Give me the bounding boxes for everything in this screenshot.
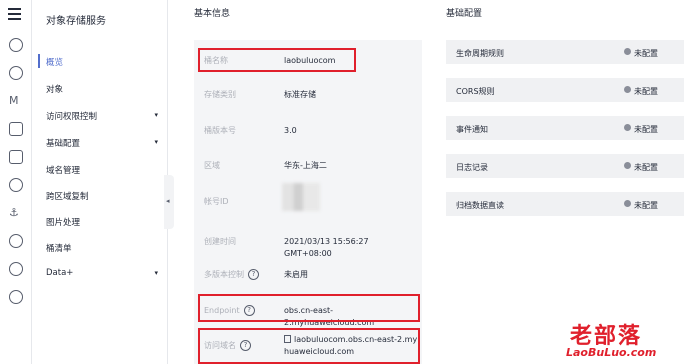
sidebar-item-objects[interactable]: 对象 xyxy=(46,83,158,95)
status-dot-icon xyxy=(624,162,631,169)
sidebar-item-image-processing[interactable]: 图片处理 xyxy=(46,216,158,228)
highlight-access-domain xyxy=(198,328,420,364)
redacted-account-id xyxy=(282,183,320,211)
config-item-event-notification[interactable]: 事件通知 未配置 xyxy=(446,116,684,140)
chevron-down-icon: ▾ xyxy=(154,269,158,277)
status-dot-icon xyxy=(624,124,631,131)
menu-icon[interactable] xyxy=(8,8,24,23)
sidebar-item-inventory[interactable]: 桶清单 xyxy=(46,242,158,254)
highlight-bucket-name xyxy=(198,48,356,72)
cloud-service-icon[interactable] xyxy=(9,178,23,192)
sidebar-item-domain[interactable]: 域名管理 xyxy=(46,164,158,176)
status-dot-icon xyxy=(624,86,631,93)
config-item-cors[interactable]: CORS规则 未配置 xyxy=(446,78,684,102)
active-indicator xyxy=(38,54,40,68)
document-icon[interactable] xyxy=(9,122,23,136)
status-dot-icon xyxy=(624,48,631,55)
sidebar-item-basic-config[interactable]: 基础配置 ▾ xyxy=(46,137,158,149)
highlight-endpoint xyxy=(198,294,420,322)
chevron-down-icon: ▾ xyxy=(154,111,158,119)
cloud-icon[interactable] xyxy=(9,38,23,52)
service-title: 对象存储服务 xyxy=(46,16,106,27)
watermark-logo: 老部落 LaoBuLuo.com xyxy=(566,324,657,359)
config-item-logging[interactable]: 日志记录 未配置 xyxy=(446,154,684,178)
basic-info-title: 基本信息 xyxy=(194,9,231,19)
chat-icon[interactable] xyxy=(9,234,23,248)
status-dot-icon xyxy=(624,200,631,207)
cluster-icon[interactable] xyxy=(9,262,23,276)
sidebar: 对象存储服务 概览 对象 访问权限控制 ▾ 基础配置 ▾ 域名管理 跨区域复制 图片… xyxy=(32,0,168,364)
anchor-icon[interactable]: ⚓ xyxy=(9,206,23,220)
info-row-bucket-version: 桶版本号 3.0 xyxy=(204,126,297,135)
info-row-storage-class: 存储类别 标准存储 xyxy=(204,90,316,99)
info-row-versioning: 多版本控制? 未启用 xyxy=(204,269,308,280)
config-item-lifecycle[interactable]: 生命周期规则 未配置 xyxy=(446,40,684,64)
collapse-icon: ◂ xyxy=(166,197,170,205)
service-icon-rail: M ⚓ xyxy=(0,0,32,364)
info-row-created: 创建时间 2021/03/13 15:56:27 GMT+08:00 xyxy=(204,237,369,258)
sidebar-item-overview[interactable]: 概览 xyxy=(46,56,158,68)
sidebar-item-replication[interactable]: 跨区域复制 xyxy=(46,190,158,202)
sidebar-collapse-button[interactable]: ◂ xyxy=(164,175,174,229)
basic-config-title: 基础配置 xyxy=(446,9,483,19)
help-icon[interactable]: ? xyxy=(248,269,259,280)
storage-icon[interactable] xyxy=(9,150,23,164)
database-icon[interactable] xyxy=(9,66,23,80)
config-item-archive-direct-read[interactable]: 归档数据直读 未配置 xyxy=(446,192,684,216)
chevron-down-icon: ▾ xyxy=(154,138,158,146)
sidebar-item-data-plus[interactable]: Data+ ▾ xyxy=(46,268,158,278)
network-icon[interactable]: M xyxy=(9,94,23,108)
info-row-region: 区域 华东-上海二 xyxy=(204,161,327,170)
globe-icon[interactable] xyxy=(9,290,23,304)
sidebar-item-access-control[interactable]: 访问权限控制 ▾ xyxy=(46,110,158,122)
